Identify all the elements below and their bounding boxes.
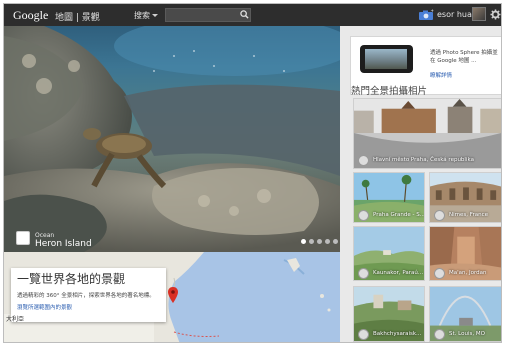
location-icon (434, 329, 445, 340)
carousel-dot[interactable] (317, 239, 322, 244)
thumbnail-prague[interactable]: Hlavní město Praha, Česká republika (353, 98, 501, 169)
phone-screen (365, 49, 407, 69)
thumbnail-caption: Ma'an, Jordan (449, 270, 487, 276)
search-scope-label: 搜索 (134, 11, 150, 20)
chevron-down-icon (152, 14, 158, 17)
location-icon (358, 210, 369, 221)
map-info-card: 一覽世界各地的景觀 透過精彩的 360° 全景相片，探索世界各地的著名地標。 瀏… (11, 268, 166, 322)
carousel-dot[interactable] (325, 239, 330, 244)
carousel-dot[interactable] (333, 239, 338, 244)
thumbnail-4[interactable]: Ma'an, Jordan (429, 226, 501, 281)
location-icon (434, 268, 445, 279)
search-input[interactable] (165, 8, 251, 22)
thumbnail-caption: Nimes, France (449, 212, 489, 218)
carousel-dots (298, 237, 338, 246)
learn-more-link[interactable]: 瞭解詳情 (430, 71, 452, 79)
location-type-icon (16, 231, 30, 245)
thumbnail-1[interactable]: Praha Grande - S... (353, 172, 425, 223)
map-description: 透過精彩的 360° 全景相片，探索世界各地的著名地標。 (17, 293, 155, 299)
location-name[interactable]: Heron Island (35, 239, 92, 249)
app-window: Google 地圖 | 景觀 搜索 + esor huang Ocean Her… (3, 3, 502, 343)
location-icon (358, 155, 369, 166)
search-scope-dropdown[interactable]: 搜索 (134, 10, 158, 21)
gear-icon[interactable] (490, 9, 501, 20)
thumbnail-caption: Praha Grande - S... (373, 212, 425, 218)
map-heading: 一覽世界各地的景觀 (17, 272, 126, 286)
thumbnail-caption: Bakhchysaraisk... (373, 331, 422, 337)
thumbnail-caption: Kaunakor, Paraú... (373, 270, 424, 276)
browse-area-link[interactable]: 瀏覽所選範圍內的景觀 (17, 303, 160, 311)
location-category: Ocean (35, 232, 55, 239)
carousel-dot[interactable] (301, 239, 306, 244)
camera-upload-icon[interactable]: + (418, 9, 434, 21)
svg-text:+: + (431, 9, 434, 13)
location-icon (358, 329, 369, 340)
featured-panorama[interactable]: Ocean Heron Island (4, 26, 340, 252)
thumbnail-caption: Hlavní město Praha, Česká republika (373, 157, 474, 163)
promo-text: 透過 Photo Sphere 拍攝並在 Google 地圖 ... (430, 50, 498, 64)
google-logo[interactable]: Google (13, 8, 48, 23)
thumbnail-3[interactable]: Kaunakor, Paraú... (353, 226, 425, 281)
location-icon (434, 210, 445, 221)
map-pin-icon[interactable] (168, 287, 178, 303)
phone-image (360, 45, 413, 73)
top-bar: Google 地圖 | 景觀 搜索 + esor huang (4, 4, 501, 26)
sidebar: 透過 Photo Sphere 拍攝並在 Google 地圖 ... 瞭解詳情 … (341, 26, 501, 342)
thumbnail-5[interactable]: Bakhchysaraisk... (353, 286, 425, 342)
underwater-reef-image (4, 26, 340, 252)
thumbnail-caption: St. Louis, MO (449, 331, 485, 337)
section-title: 熱門全景拍攝相片 (351, 86, 428, 97)
search-icon[interactable] (240, 10, 249, 19)
location-icon (358, 268, 369, 279)
thumbnail-2[interactable]: Nimes, France (429, 172, 501, 223)
map-place-label: 大利亞 (6, 316, 25, 323)
avatar[interactable] (472, 7, 486, 21)
thumbnail-6[interactable]: St. Louis, MO (429, 286, 501, 342)
product-title[interactable]: 地圖 | 景觀 (55, 10, 100, 23)
carousel-dot[interactable] (309, 239, 314, 244)
